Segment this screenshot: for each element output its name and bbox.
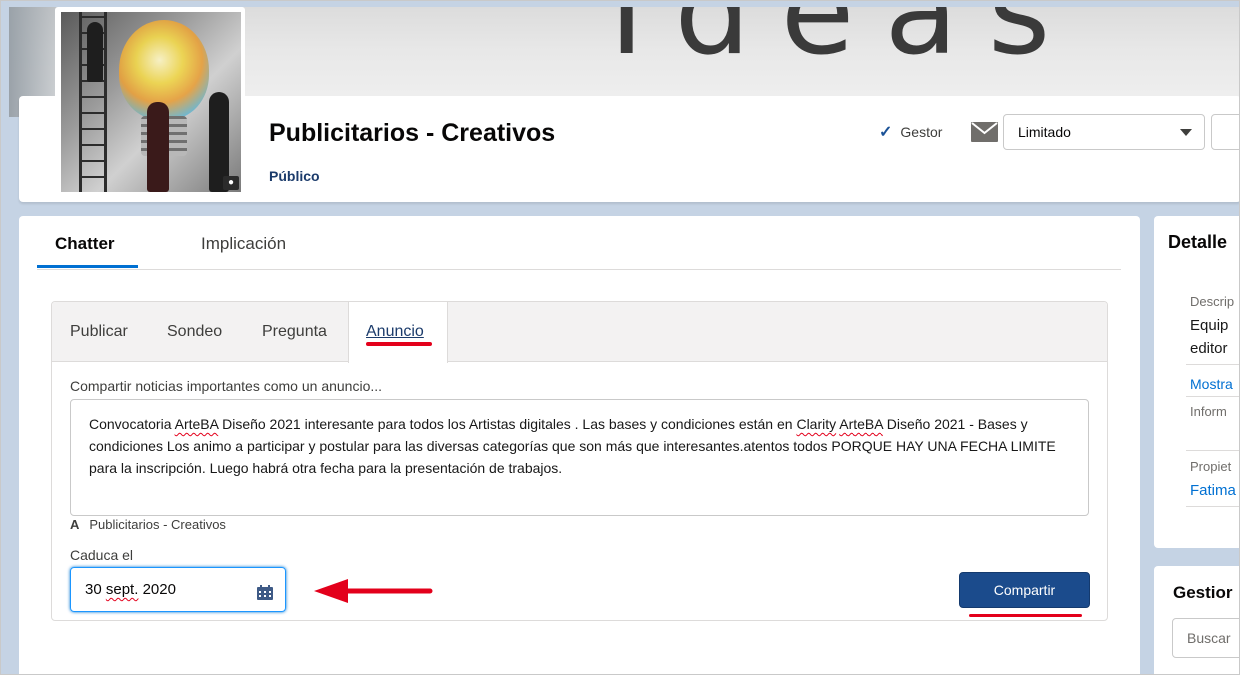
description-value: Equip [1190,317,1229,334]
post-text: Convocatoria [89,416,175,432]
publisher-composer: Publicar Sondeo Pregunta Anuncio Compart… [51,301,1108,621]
date-year: 2020 [142,581,176,598]
owner-label: Propiet [1190,459,1232,474]
camera-icon[interactable]: ● [223,176,239,190]
email-icon [971,122,998,142]
divider [1186,396,1239,397]
active-tab-indicator [37,265,138,268]
tab-publicar[interactable]: Publicar [70,323,128,341]
group-title: Publicitarios - Creativos [269,119,556,147]
group-photo-image: ● [61,12,241,192]
expire-date-label: Caduca el [70,547,134,563]
header-action-button[interactable] [1211,114,1239,150]
show-more-link[interactable]: Mostra [1190,376,1233,392]
divider [1186,450,1239,451]
banner-ideas-graphic: Ideas [609,7,1081,82]
tab-chatter[interactable]: Chatter [55,234,115,254]
annotation-underline [969,614,1082,617]
divider [1186,506,1239,507]
date-month: sept. [105,581,139,598]
manage-card: Gestior Buscar [1154,566,1239,674]
annotation-underline [366,342,432,346]
date-day: 30 [85,581,102,598]
description-value: editor [1190,340,1228,357]
post-text: Diseño 2021 interesante para todos los A… [218,416,797,432]
share-button[interactable]: Compartir [959,572,1090,608]
details-card: Detalle Descrip Equip editor Mostra Info… [1154,216,1239,548]
tab-anuncio[interactable]: Anuncio [366,323,424,341]
app-frame: Ideas ● Publicitarios - Creativos Públic… [0,0,1240,675]
member-search-input[interactable]: Buscar [1172,618,1239,658]
checkmark-icon: ✓ [879,124,893,141]
composer-placeholder: Compartir noticias importantes como un a… [70,378,383,394]
expire-date-input[interactable]: 30 sept. 2020 [70,567,286,612]
description-label: Descrip [1190,294,1235,309]
role-indicator: ✓ Gestor [879,122,942,142]
tab-sondeo[interactable]: Sondeo [167,323,222,341]
annotation-arrow-icon [314,579,433,603]
person-figure [147,102,169,192]
tab-implicacion[interactable]: Implicación [201,234,286,254]
main-feed-card: Chatter Implicación Publicar Sondeo Preg… [19,216,1140,674]
recipient-prefix: A [70,517,80,532]
recipient-name: Publicitarios - Creativos [89,517,226,532]
owner-link[interactable]: Fatima [1190,482,1236,499]
details-title: Detalle [1168,232,1228,252]
person-figure [87,22,103,82]
role-label: Gestor [900,124,943,140]
post-text-misspelled: ArteBA [174,416,219,432]
manage-title: Gestior [1173,583,1233,602]
notification-frequency-select[interactable]: Limitado [1003,114,1205,150]
group-photo[interactable]: ● [55,7,245,193]
chevron-down-icon [1180,129,1192,136]
announcement-text-area[interactable]: Convocatoria ArteBA Diseño 2021 interesa… [70,399,1089,516]
post-recipient: A Publicitarios - Creativos [70,517,226,532]
divider [1186,364,1239,365]
group-access-type: Público [269,168,320,184]
notification-select-value: Limitado [1018,124,1071,140]
main-tabs: Chatter Implicación [37,216,1121,270]
composer-tabs: Publicar Sondeo Pregunta Anuncio [52,302,1107,363]
post-text-misspelled: ArteBA [839,416,883,432]
post-text-misspelled: Clarity [796,416,837,432]
info-label: Inform [1190,404,1227,419]
calendar-icon[interactable] [257,585,273,600]
tab-pregunta[interactable]: Pregunta [262,323,327,341]
